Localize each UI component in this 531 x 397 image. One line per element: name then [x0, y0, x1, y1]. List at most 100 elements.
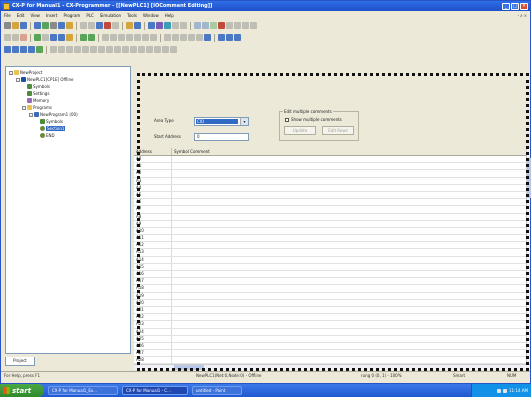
- tree-node-program[interactable]: - NewProgram1 (00): [29, 112, 78, 117]
- new-func-icon[interactable]: [130, 46, 137, 53]
- table-row[interactable]: A0: [134, 156, 526, 164]
- address-cell[interactable]: A16: [134, 271, 172, 278]
- table-row[interactable]: A14: [134, 256, 526, 264]
- new-pcoil-icon[interactable]: [106, 46, 113, 53]
- collapse-toggle-icon[interactable]: -: [9, 70, 13, 75]
- address-cell[interactable]: A1: [134, 163, 172, 170]
- comment-cell[interactable]: [172, 307, 526, 313]
- project-tree[interactable]: - NewProject - NewPLC1[CP1E] Offline Sym…: [5, 66, 131, 354]
- taskbar-item[interactable]: CX-P for Manual1_Ex...: [48, 386, 118, 395]
- paste-icon[interactable]: [66, 22, 73, 29]
- reset-icon[interactable]: [142, 34, 149, 41]
- table-row[interactable]: A16: [134, 271, 526, 279]
- table-row[interactable]: A6: [134, 199, 526, 207]
- tree-node-memory[interactable]: Memory: [27, 98, 49, 103]
- open-icon[interactable]: [12, 22, 19, 29]
- comment-cell[interactable]: [172, 264, 526, 270]
- address-cell[interactable]: A26: [134, 342, 172, 350]
- table-row[interactable]: A27: [134, 350, 526, 358]
- vertical-scrollbar[interactable]: [526, 148, 531, 370]
- address-cell[interactable]: A4: [134, 184, 172, 191]
- comment-cell[interactable]: [172, 170, 526, 176]
- table-row[interactable]: A21: [134, 306, 526, 315]
- address-cell[interactable]: A27: [134, 350, 172, 357]
- comment-cell[interactable]: [172, 228, 526, 234]
- plc-settings-icon[interactable]: [204, 34, 211, 41]
- show-multiple-checkbox[interactable]: [285, 118, 289, 122]
- transfer-from-plc-icon[interactable]: [88, 34, 95, 41]
- monitor-mode-icon[interactable]: [50, 34, 57, 41]
- new-horizontal-icon[interactable]: [58, 46, 65, 53]
- new-bit-icon[interactable]: [122, 46, 129, 53]
- run-mode-icon[interactable]: [58, 34, 65, 41]
- address-cell[interactable]: A17: [134, 278, 172, 285]
- table-row[interactable]: A23: [134, 321, 526, 329]
- address-cell[interactable]: A0: [134, 156, 172, 163]
- mdi-window-controls[interactable]: - ∂ ×: [518, 13, 527, 18]
- new-dnd-icon[interactable]: [98, 46, 105, 53]
- new-set-icon[interactable]: [138, 46, 145, 53]
- comment-cell[interactable]: [172, 221, 526, 227]
- edit-rows-button[interactable]: Edit Rows: [322, 126, 354, 135]
- new-timer-icon[interactable]: [162, 46, 169, 53]
- new-instruction-icon[interactable]: [36, 46, 43, 53]
- project-view-icon[interactable]: [148, 22, 155, 29]
- time-chart-icon[interactable]: [172, 34, 179, 41]
- table-row[interactable]: A9: [134, 220, 526, 228]
- comment-cell[interactable]: [172, 214, 526, 220]
- simulator-icon[interactable]: [20, 34, 27, 41]
- update-button[interactable]: Update: [284, 126, 316, 135]
- tree-node-settings[interactable]: Settings: [27, 91, 49, 96]
- help-icon[interactable]: [126, 22, 133, 29]
- table-row[interactable]: A20: [134, 299, 526, 307]
- tree-node-plc[interactable]: - NewPLC1[CP1E] Offline: [16, 77, 74, 82]
- error-log-icon[interactable]: [196, 34, 203, 41]
- comment-cell[interactable]: [172, 178, 526, 184]
- comment-cell[interactable]: [172, 278, 526, 284]
- comment-cell[interactable]: [172, 321, 526, 327]
- show-comments-icon[interactable]: [202, 22, 209, 29]
- menu-simulation[interactable]: Simulation: [97, 13, 124, 18]
- column-header-address[interactable]: Address: [134, 148, 172, 155]
- comment-cell[interactable]: [172, 336, 526, 342]
- table-row[interactable]: A10: [134, 227, 526, 236]
- comment-cell[interactable]: [172, 350, 526, 356]
- new-pc-icon[interactable]: [74, 46, 81, 53]
- horizontal-scrollbar[interactable]: [134, 364, 530, 370]
- table-row[interactable]: A7: [134, 206, 526, 214]
- menu-help[interactable]: Help: [162, 13, 177, 18]
- new-ncoil-icon[interactable]: [114, 46, 121, 53]
- comment-cell[interactable]: [172, 185, 526, 191]
- start-address-input[interactable]: 0: [194, 133, 249, 141]
- replace-icon[interactable]: [104, 22, 111, 29]
- arrow-icon[interactable]: [4, 34, 11, 41]
- table-row[interactable]: A12: [134, 242, 526, 250]
- debug-mode-icon[interactable]: [42, 34, 49, 41]
- new-counter-icon[interactable]: [170, 46, 177, 53]
- table-row[interactable]: A13: [134, 249, 526, 257]
- rung-comments-icon[interactable]: [210, 22, 217, 29]
- start-button[interactable]: start: [0, 384, 44, 397]
- window-tile-icon[interactable]: [226, 34, 233, 41]
- table-row[interactable]: A2: [134, 170, 526, 178]
- zoom-out-icon[interactable]: [242, 22, 249, 29]
- maximize-button[interactable]: □: [511, 2, 519, 10]
- zoom-in-icon[interactable]: [234, 22, 241, 29]
- comment-cell[interactable]: [172, 192, 526, 198]
- address-cell[interactable]: A22: [134, 314, 172, 321]
- io-table-icon[interactable]: [188, 34, 195, 41]
- comment-cell[interactable]: [172, 293, 526, 299]
- work-online-icon[interactable]: [12, 34, 19, 41]
- table-row[interactable]: A8: [134, 213, 526, 221]
- column-header-comment[interactable]: Symbol Comment: [172, 148, 526, 155]
- comment-cell[interactable]: [172, 235, 526, 241]
- differential-monitor-icon[interactable]: [150, 34, 157, 41]
- address-cell[interactable]: A14: [134, 256, 172, 263]
- table-row[interactable]: A26: [134, 342, 526, 351]
- menu-edit[interactable]: Edit: [14, 13, 28, 18]
- new-icon[interactable]: [4, 22, 11, 29]
- scroll-thumb[interactable]: [174, 365, 204, 370]
- new-reset-icon[interactable]: [146, 46, 153, 53]
- force-cancel-icon[interactable]: [126, 34, 133, 41]
- new-closed-contact-icon[interactable]: [20, 46, 27, 53]
